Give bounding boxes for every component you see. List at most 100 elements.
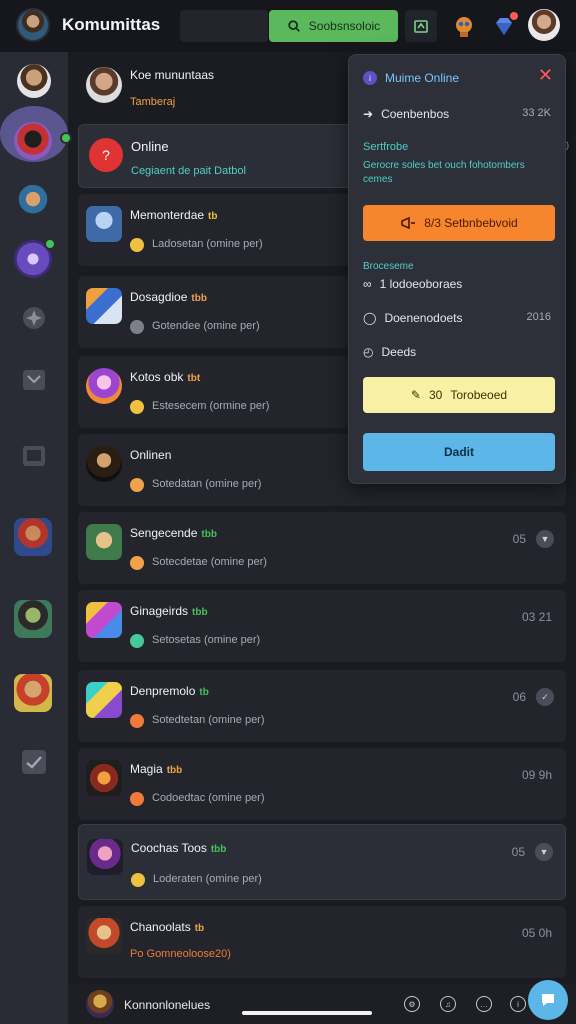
rail-server-6[interactable] <box>14 600 52 638</box>
list-item[interactable]: Denpremolo tb Sotedtetan (omine per) 06 ✓ <box>78 670 566 742</box>
panel-row-1[interactable]: ➜ Coenbenbos <box>363 107 449 121</box>
pencil-icon: ✎ <box>410 388 421 402</box>
user-avatar[interactable] <box>528 9 560 41</box>
link-icon: ∞ <box>363 277 372 291</box>
avatar <box>86 206 122 242</box>
panel-sub-label: Broceseme <box>363 261 414 272</box>
online-dropdown-panel: i Muime Online ✕ ➜ Coenbenbos 33 2K Sert… <box>348 54 566 484</box>
chevron-down-icon[interactable]: ▼ <box>535 843 553 861</box>
orange-action-button[interactable]: 8/3 Setbnbebvoid <box>363 205 555 241</box>
list-item-subtitle: Cegiaent de pait Datbol <box>131 165 246 177</box>
list-item-subtitle: Po Gomneoloose20) <box>130 948 231 960</box>
rail-server-5[interactable] <box>14 518 52 556</box>
megaphone-icon <box>401 216 416 230</box>
rail-status-badge <box>44 238 56 250</box>
list-item-name: Onlinen <box>130 448 172 462</box>
primary-confirm-button[interactable]: Dadit <box>363 433 555 471</box>
panel-row-3[interactable]: ◴ Deeds <box>363 345 416 359</box>
panel-section-desc: Gerocre soles bet ouch fohotombers cemes <box>363 160 525 185</box>
yellow-action-number: 30 <box>428 388 443 402</box>
search-button[interactable]: Soobsnsoloic <box>269 10 398 42</box>
status-dot <box>130 400 144 414</box>
list-item[interactable]: Coochas Toos tbb Loderaten (omine per) 05… <box>78 824 566 900</box>
avatar <box>86 682 122 718</box>
panel-row-1-value: 33 2K <box>522 107 551 119</box>
avatar <box>86 918 122 954</box>
list-item-name: Chanoolats tb <box>130 920 205 934</box>
rail-screen-icon[interactable] <box>20 442 48 470</box>
avatar <box>86 446 122 482</box>
chat-bubble-icon <box>542 994 554 1006</box>
home-indicator <box>242 1011 372 1015</box>
status-dot <box>130 320 144 334</box>
list-item-name: Koe mununtaas <box>130 68 215 82</box>
list-item-name: Memonterdae tb <box>130 208 218 222</box>
status-dot <box>131 873 145 887</box>
rail-shuriken-icon[interactable] <box>20 304 48 332</box>
orange-action-label: 8/3 Setbnbebvoid <box>424 216 518 230</box>
status-dot <box>130 478 144 492</box>
chevron-down-icon[interactable]: ✓ <box>536 688 554 706</box>
list-item-name: Kotos obk tbt <box>130 370 201 384</box>
list-item[interactable]: Magia tbb Codoedtac (omine per) 09 9h <box>78 748 566 820</box>
chat-icon[interactable]: … <box>476 996 492 1012</box>
search-button-label: Soobsnsoloic <box>308 19 381 33</box>
list-item-subtitle: Sotedatan (omine per) <box>152 478 262 490</box>
list-item-subtitle: Codoedtac (omine per) <box>152 792 265 804</box>
list-item-subtitle: Estesecem (ormine per) <box>152 400 270 412</box>
circle-icon: ◯ <box>363 311 377 325</box>
list-item-meta: 03 21 <box>521 610 552 624</box>
rail-server-1[interactable] <box>17 64 51 98</box>
list-item-name: Sengecende tbb <box>130 526 217 540</box>
bottom-avatar[interactable] <box>86 990 114 1018</box>
bell-icon[interactable]: ♫ <box>440 996 456 1012</box>
list-item-meta: 05 0h <box>521 926 552 940</box>
yellow-action-button[interactable]: ✎ 30 Torobeoed <box>363 377 555 413</box>
list-item-meta: 06 <box>512 690 526 704</box>
robot-icon-button[interactable] <box>448 10 480 42</box>
list-item[interactable]: Sengecende tbb Sotecdetae (omine per) 05 … <box>78 512 566 584</box>
yellow-action-label: Torobeoed <box>450 388 508 402</box>
compose-message-button[interactable] <box>528 980 568 1020</box>
status-dot <box>130 238 144 252</box>
panel-sub-item[interactable]: ∞ 1 lodoeoboraes <box>363 277 462 291</box>
avatar <box>86 67 122 103</box>
list-item-subtitle: Gotendee (omine per) <box>152 320 260 332</box>
list-item-subtitle: Setosetas (omine per) <box>152 634 261 646</box>
status-dot <box>130 556 144 570</box>
list-item-meta: 05 <box>511 845 525 859</box>
rail-server-7[interactable] <box>14 674 52 712</box>
settings-icon[interactable]: ⚙ <box>404 996 420 1012</box>
avatar <box>87 839 123 875</box>
close-icon[interactable]: ✕ <box>538 65 553 86</box>
list-item-name: Ginageirds tbb <box>130 604 208 618</box>
panel-title: Muime Online <box>385 71 460 85</box>
rail-server-3[interactable] <box>14 182 52 220</box>
search-input[interactable] <box>180 10 268 42</box>
list-item-name: Denpremolo tb <box>130 684 209 698</box>
robot-icon <box>456 17 472 37</box>
panel-section-label: Sertfrobe <box>363 141 409 153</box>
rail-server-2[interactable] <box>14 122 52 160</box>
online-status-icon: ? <box>89 138 123 172</box>
chevron-down-icon[interactable]: ▼ <box>536 530 554 548</box>
rail-check-icon[interactable] <box>20 748 48 776</box>
list-item[interactable]: Ginageirds tbb Setosetas (omine per) 03 2… <box>78 590 566 662</box>
notification-dot <box>510 12 518 20</box>
list-item-name: Online <box>131 139 169 154</box>
puzzle-icon-button[interactable] <box>405 10 437 42</box>
list-item-name: Coochas Toos tbb <box>131 841 227 855</box>
server-rail <box>0 52 72 1024</box>
info-icon[interactable]: i <box>510 996 526 1012</box>
list-item[interactable]: Chanoolats tb Po Gomneoloose20) 05 0h <box>78 906 566 978</box>
list-item-subtitle: Sotecdetae (omine per) <box>152 556 267 568</box>
app-avatar[interactable] <box>16 8 50 42</box>
info-icon: i <box>363 71 377 85</box>
avatar <box>86 288 122 324</box>
bottom-user-name: Konnonlonelues <box>124 998 211 1012</box>
status-dot <box>130 714 144 728</box>
gem-icon-button[interactable] <box>488 10 520 42</box>
rail-game-icon[interactable] <box>20 366 48 394</box>
status-dot <box>130 792 144 806</box>
panel-row-2[interactable]: ◯ Doenenodoets <box>363 311 463 325</box>
